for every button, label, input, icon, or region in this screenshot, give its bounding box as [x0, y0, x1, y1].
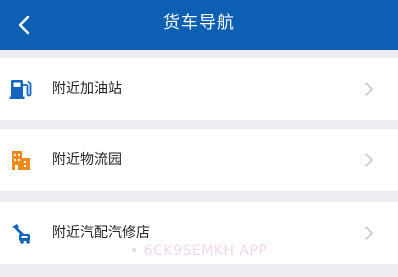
page-title: 货车导航 [163, 13, 235, 33]
menu-item-label: 附近物流园 [52, 152, 122, 168]
chevron-right-icon [365, 226, 373, 240]
chevron-right-icon [365, 82, 373, 96]
watermark-text: • 6CK9SEMKH APP [130, 243, 268, 259]
fuel-station-icon [9, 80, 32, 99]
logistics-park-icon [12, 151, 30, 170]
menu-item-nearby-logistics-park[interactable]: 附近物流园 [0, 129, 398, 191]
menu-item-nearby-gas-station[interactable]: 附近加油站 [0, 58, 398, 120]
repair-wrench-icon [12, 224, 30, 244]
menu-item-label: 附近加油站 [52, 81, 122, 97]
chevron-right-icon [365, 153, 373, 167]
app-header: 货车导航 [0, 0, 398, 50]
